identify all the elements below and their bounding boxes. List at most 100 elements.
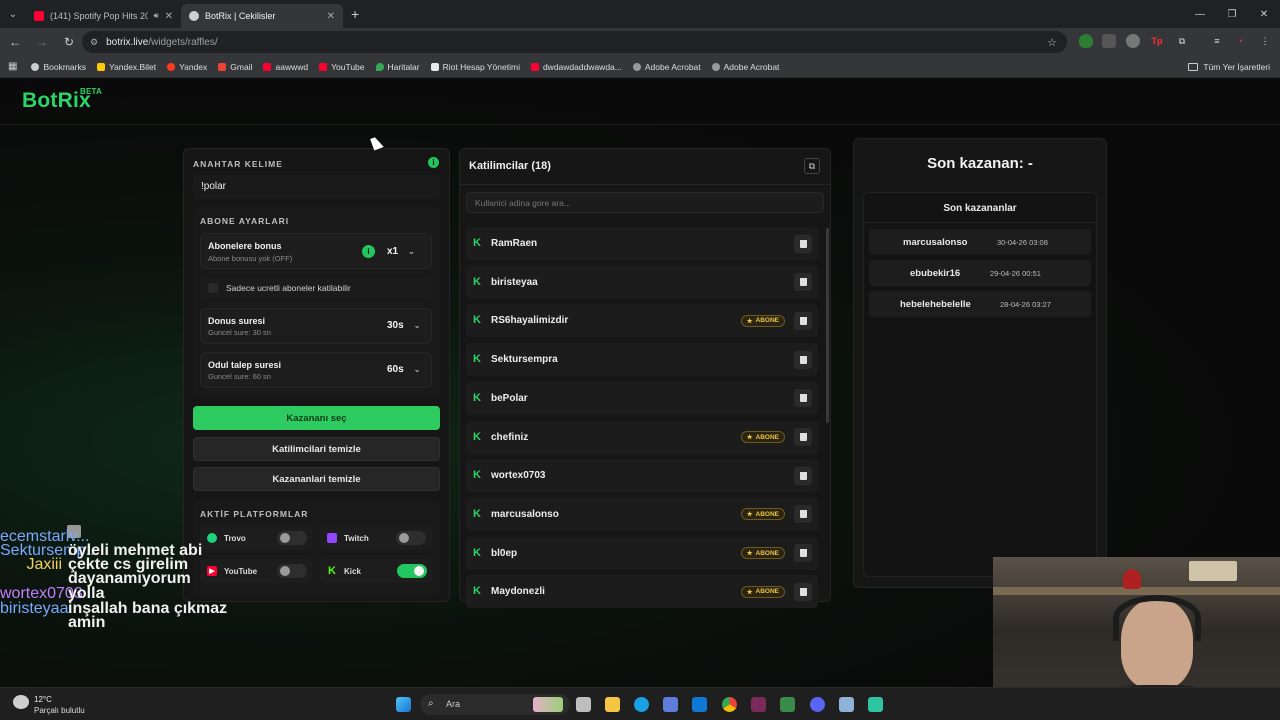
participant-row[interactable]: Kbiristeyaa <box>466 265 818 299</box>
remove-participant-button[interactable] <box>794 273 812 292</box>
app-icon[interactable] <box>780 697 795 712</box>
trovo-toggle[interactable] <box>277 531 307 545</box>
bookmark-item[interactable]: Adobe Acrobat <box>632 62 701 72</box>
adblock-extension-icon[interactable] <box>1079 34 1093 48</box>
app-icon[interactable] <box>868 697 883 712</box>
edge-icon[interactable] <box>634 697 649 712</box>
menu-icon[interactable]: ⋮ <box>1258 34 1272 48</box>
participant-name: wortex0703 <box>491 470 546 482</box>
youtube-icon <box>530 62 539 71</box>
remove-participant-button[interactable] <box>794 389 812 408</box>
remove-participant-button[interactable] <box>794 466 812 485</box>
bookmark-item[interactable]: Yandex <box>167 62 207 72</box>
botrix-logo[interactable]: BotRix BETA <box>22 87 102 113</box>
participant-row[interactable]: Kmarcusalonso ★ ABONE <box>466 497 818 531</box>
close-tab-icon[interactable]: ✕ <box>327 11 335 22</box>
bookmark-item[interactable]: Bookmarks <box>31 62 86 72</box>
tab-spotify[interactable]: (141) Spotify Pop Hits 2026 🔊︎ ✕ <box>26 4 181 28</box>
profile-icon[interactable]: ◔ <box>1233 34 1247 48</box>
participants-title: Katilimcilar (18) <box>469 160 551 172</box>
bookmark-item[interactable]: Adobe Acrobat <box>711 62 779 72</box>
info-icon[interactable]: i <box>428 157 439 168</box>
url-bar[interactable]: ⚙ botrix.live/widgets/raffles/ ☆ <box>82 31 1067 53</box>
clear-winners-button[interactable]: Kazananlari temizle <box>193 467 440 491</box>
speaker-icon[interactable]: 🔊︎ <box>154 11 159 21</box>
participant-row[interactable]: K RamRaen <box>466 227 818 260</box>
apps-grid-icon[interactable]: ▦ <box>8 61 17 72</box>
participant-row[interactable]: Kwortex0703 <box>466 459 818 493</box>
remove-participant-button[interactable] <box>794 234 812 253</box>
pick-winner-button[interactable]: Kazananı seç <box>193 406 440 430</box>
paid-only-checkbox[interactable] <box>208 283 218 293</box>
kick-toggle[interactable] <box>397 564 427 578</box>
new-tab-button[interactable]: + <box>351 6 359 22</box>
outlook-icon[interactable] <box>692 697 707 712</box>
participant-row[interactable]: Kbl0ep ★ ABONE <box>466 536 818 570</box>
weather-icon[interactable] <box>13 695 29 709</box>
maximize-icon[interactable]: ❐ <box>1216 0 1248 28</box>
chrome-icon[interactable] <box>722 697 737 712</box>
youtube-toggle[interactable] <box>277 564 307 578</box>
reload-icon[interactable]: ↻ <box>57 30 81 54</box>
spin-duration-select[interactable]: 30s ⌄ <box>387 320 420 331</box>
participant-row[interactable]: KbePolar <box>466 381 818 415</box>
bookmark-item[interactable]: Gmail <box>218 62 252 72</box>
recent-winners-divider <box>864 222 1096 223</box>
remove-participant-button[interactable] <box>794 582 812 601</box>
discord-icon[interactable] <box>810 697 825 712</box>
store-icon[interactable] <box>663 697 678 712</box>
taskbar-search[interactable]: ⌕ Ara <box>420 694 570 715</box>
info-icon[interactable]: i <box>362 245 375 258</box>
remove-participant-button[interactable] <box>794 350 812 369</box>
close-tab-icon[interactable]: ✕ <box>165 11 173 22</box>
bookmark-item[interactable]: aawwwd <box>263 62 308 72</box>
minimize-icon[interactable]: — <box>1184 0 1216 28</box>
kick-icon: K <box>473 353 481 366</box>
keyword-input[interactable]: !polar <box>193 175 440 199</box>
participant-row[interactable]: K RS6hayalimizdir ★ ABONE <box>466 304 818 338</box>
bookmark-item[interactable]: YouTube <box>319 62 365 72</box>
extensions-puzzle-icon[interactable]: ⧉ <box>1175 34 1189 48</box>
site-info-icon[interactable]: ⚙ <box>90 37 98 48</box>
close-window-icon[interactable]: ✕ <box>1248 0 1280 28</box>
remove-participant-button[interactable] <box>794 505 812 524</box>
reading-list-icon[interactable]: ≡ <box>1210 34 1224 48</box>
chat-username: Jaxiii <box>26 556 62 573</box>
search-highlight-icon <box>533 697 563 712</box>
globe-icon <box>632 62 641 71</box>
remove-participant-button[interactable] <box>794 544 812 563</box>
sub-bonus-select[interactable]: x1 ⌄ <box>387 246 415 257</box>
bookmark-item[interactable]: Haritalar <box>375 62 420 72</box>
app-icon[interactable] <box>751 697 766 712</box>
remove-participant-button[interactable] <box>794 311 812 330</box>
clear-participants-button[interactable]: Katilimcilari temizle <box>193 437 440 461</box>
extension-icon[interactable]: Tp <box>1150 34 1164 48</box>
app-icon[interactable] <box>839 697 854 712</box>
claim-duration-select[interactable]: 60s ⌄ <box>387 364 420 375</box>
tab-search-button[interactable]: ⌄ <box>0 0 26 28</box>
extension-icon[interactable] <box>1102 34 1116 48</box>
file-explorer-icon[interactable] <box>605 697 620 712</box>
participant-row[interactable]: Kchefiniz ★ ABONE <box>466 420 818 454</box>
participant-row[interactable]: K Sektursempra <box>466 343 818 377</box>
remove-participant-button[interactable] <box>794 428 812 446</box>
kick-icon: K <box>473 391 481 404</box>
all-bookmarks-folder[interactable]: Tüm Yer İşaretleri <box>1188 62 1270 72</box>
participant-row[interactable]: K Maydonezli ★ ABONE <box>466 575 818 609</box>
windows-start-icon[interactable] <box>396 697 411 712</box>
bookmark-item[interactable]: dwdawdaddwawda... <box>530 62 622 72</box>
participant-search-input[interactable]: Kullanici adina gore ara... <box>466 192 824 213</box>
subscriber-badge: ★ ABONE <box>740 547 785 560</box>
extension-icon[interactable] <box>1126 34 1140 48</box>
twitch-toggle[interactable] <box>396 531 426 545</box>
paid-only-option[interactable]: Sadece ucretli aboneler katilabilir <box>200 277 432 299</box>
copy-icon[interactable]: ⧉ <box>804 158 820 174</box>
forward-icon[interactable]: → <box>30 30 54 54</box>
bookmark-star-icon[interactable]: ☆ <box>1047 36 1057 49</box>
task-view-icon[interactable] <box>576 697 591 712</box>
participants-scrollbar[interactable] <box>826 228 829 423</box>
tab-botrix[interactable]: BotRix | Cekilisler ✕ <box>181 4 343 28</box>
bookmark-item[interactable]: Yandex.Bilet <box>96 62 156 72</box>
back-icon[interactable]: ← <box>3 30 27 54</box>
bookmark-item[interactable]: Riot Hesap Yönetimi <box>430 62 520 72</box>
